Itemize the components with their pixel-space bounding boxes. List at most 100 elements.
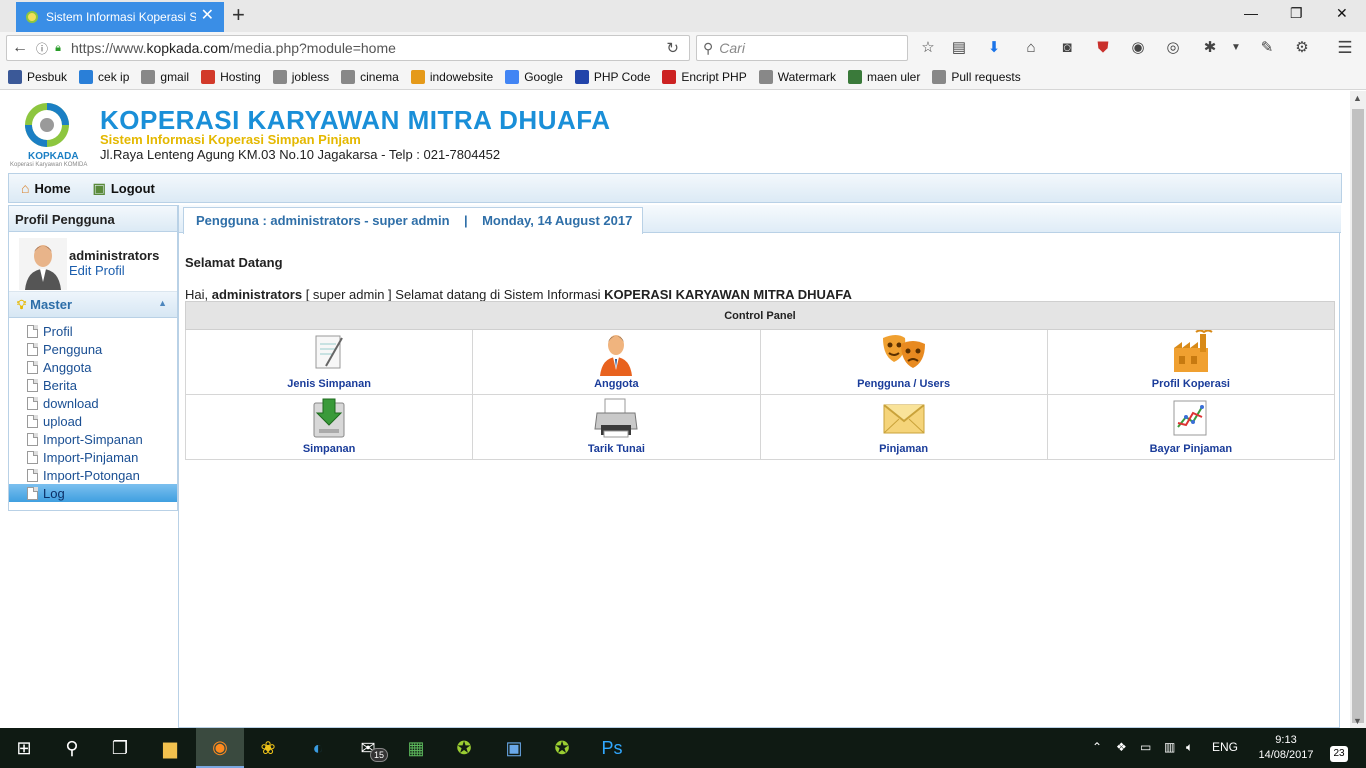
master-menu-item[interactable]: Import-Potongan: [9, 466, 177, 484]
bookmark-item[interactable]: maen uler: [847, 69, 920, 84]
collapse-caret-icon[interactable]: ▲: [158, 298, 167, 308]
home-icon[interactable]: ⌂: [1021, 40, 1041, 56]
control-panel-item[interactable]: Pengguna / Users: [759, 329, 1048, 395]
minimize-icon[interactable]: —: [1244, 5, 1258, 21]
bookmark-item[interactable]: gmail: [141, 69, 189, 84]
scroll-up-icon[interactable]: ▲: [1353, 93, 1362, 103]
bookmark-item[interactable]: Hosting: [201, 69, 261, 84]
notification-center-icon[interactable]: 23: [1330, 746, 1348, 762]
control-panel-item[interactable]: Anggota: [472, 329, 761, 395]
control-panel-label[interactable]: Anggota: [594, 378, 639, 390]
control-panel-item[interactable]: Pinjaman: [759, 394, 1048, 460]
close-tab-icon[interactable]: ✕: [201, 8, 214, 24]
bookmark-item[interactable]: indowebsite: [410, 69, 493, 84]
mail-icon[interactable]: ✉: [344, 728, 392, 768]
shield-icon[interactable]: ⛊: [1093, 40, 1113, 56]
bookmark-item[interactable]: Watermark: [758, 69, 836, 84]
firefox-icon[interactable]: ◉: [196, 728, 244, 768]
bookmark-item[interactable]: Encript PHP: [662, 69, 747, 84]
address-bar[interactable]: ← ⓘ 🔒︎ https://www.kopkada.com/media.php…: [6, 35, 690, 61]
browser-tab[interactable]: Sistem Informasi Koperasi Si ✕: [16, 2, 224, 32]
photoshop-icon[interactable]: Ps: [588, 728, 636, 768]
control-panel-item[interactable]: Bayar Pinjaman: [1046, 394, 1336, 460]
master-menu-item[interactable]: upload: [9, 412, 177, 430]
bookmark-item[interactable]: Pull requests: [932, 69, 1021, 84]
info-icon[interactable]: ⓘ: [33, 40, 51, 57]
master-menu-item[interactable]: Anggota: [9, 358, 177, 376]
bookmark-item[interactable]: cek ip: [79, 69, 129, 84]
bookmark-star-icon[interactable]: ☆: [918, 40, 938, 56]
control-panel-label[interactable]: Simpanan: [303, 443, 356, 455]
master-menu-item[interactable]: Import-Pinjaman: [9, 448, 177, 466]
file-explorer-icon[interactable]: ▆: [146, 728, 194, 768]
logout-menu-link[interactable]: ▣ Logout: [93, 180, 155, 197]
app-circle-icon[interactable]: ◐: [294, 728, 342, 768]
bookmark-item[interactable]: Google: [505, 69, 563, 84]
master-section-header[interactable]: 💡︎ Master ▲: [9, 292, 177, 318]
extension-tool-icon[interactable]: ✎: [1257, 40, 1277, 56]
downloads-icon[interactable]: ⬇: [984, 40, 1004, 56]
language-indicator[interactable]: ENG: [1212, 740, 1238, 754]
spreadsheet-icon[interactable]: ▦: [392, 728, 440, 768]
master-menu-item[interactable]: download: [9, 394, 177, 412]
control-panel-item[interactable]: Tarik Tunai: [472, 394, 761, 460]
master-menu-item[interactable]: Import-Simpanan: [9, 430, 177, 448]
control-panel-label[interactable]: Bayar Pinjaman: [1150, 443, 1233, 455]
search-icon[interactable]: ⚲: [48, 728, 96, 768]
sidebar-heading: Profil Pengguna: [9, 206, 177, 232]
search-input[interactable]: ⚲ Cari: [696, 35, 908, 61]
control-panel-row: Simpanan Tarik Tunai Pinjaman Bayar Pinjama…: [184, 394, 1336, 460]
extension-eye-icon[interactable]: ◉: [1128, 40, 1148, 56]
app-window-icon[interactable]: ▣: [490, 728, 538, 768]
bookmark-item[interactable]: Pesbuk: [8, 69, 67, 84]
bookmark-item[interactable]: jobless: [272, 69, 329, 84]
system-clock[interactable]: 9:13 14/08/2017: [1254, 733, 1318, 763]
android-studio-icon[interactable]: ✪: [440, 728, 488, 768]
control-panel-label[interactable]: Jenis Simpanan: [287, 378, 371, 390]
new-tab-icon[interactable]: +: [232, 4, 245, 26]
android-studio-2-icon[interactable]: ✪: [538, 728, 586, 768]
window-close-icon[interactable]: ✕: [1336, 5, 1348, 22]
network-icon[interactable]: ▥: [1164, 740, 1175, 754]
tray-expand-icon[interactable]: ⌃: [1092, 740, 1102, 754]
control-panel-label[interactable]: Pinjaman: [879, 443, 928, 455]
maximize-icon[interactable]: ❐: [1290, 5, 1303, 22]
edit-profile-link[interactable]: Edit Profil: [69, 263, 125, 278]
avatar: [19, 238, 67, 290]
control-panel-label[interactable]: Pengguna / Users: [857, 378, 950, 390]
control-panel-item[interactable]: Jenis Simpanan: [184, 329, 474, 395]
control-panel-item[interactable]: Profil Koperasi: [1046, 329, 1336, 395]
site-favicon-icon: [26, 11, 38, 23]
pocket-icon[interactable]: ◙: [1057, 40, 1077, 56]
user-info-tab[interactable]: Pengguna : administrators - super admin …: [183, 207, 644, 234]
page-scrollbar[interactable]: ▲ ▼: [1350, 91, 1366, 728]
control-panel-label[interactable]: Tarik Tunai: [588, 443, 645, 455]
battery-icon[interactable]: ▭: [1140, 740, 1151, 754]
envelope-icon: [879, 395, 929, 441]
back-arrow-icon[interactable]: ←: [7, 39, 33, 57]
url-text[interactable]: https://www.kopkada.com/media.php?module…: [71, 40, 396, 56]
dropbox-icon[interactable]: ❖: [1116, 740, 1127, 754]
control-panel-item[interactable]: Simpanan: [184, 394, 474, 460]
control-panel-label[interactable]: Profil Koperasi: [1152, 378, 1230, 390]
task-view-icon[interactable]: ❐: [96, 728, 144, 768]
home-menu-link[interactable]: ⌂ Home: [21, 180, 71, 196]
master-menu-item[interactable]: Profil: [9, 322, 177, 340]
extension-bug-icon[interactable]: ✱: [1200, 40, 1220, 56]
scroll-down-icon[interactable]: ▼: [1353, 716, 1362, 726]
bookmark-item[interactable]: cinema: [341, 69, 399, 84]
extension-dropdown-icon[interactable]: ▼: [1226, 40, 1246, 56]
reading-list-icon[interactable]: ▤: [949, 40, 969, 56]
hamburger-menu-icon[interactable]: ☰: [1335, 39, 1355, 56]
scrollbar-thumb[interactable]: [1352, 109, 1364, 723]
paw-app-icon[interactable]: ❀: [244, 728, 292, 768]
master-menu-item[interactable]: Berita: [9, 376, 177, 394]
volume-icon[interactable]: 🔈︎: [1186, 740, 1193, 755]
start-windows-icon[interactable]: ⊞: [0, 728, 48, 768]
extension-ring-icon[interactable]: ◎: [1163, 40, 1183, 56]
master-menu-item[interactable]: Log: [9, 484, 177, 502]
reload-icon[interactable]: ↻: [666, 39, 679, 57]
bookmark-item[interactable]: PHP Code: [574, 69, 650, 84]
master-menu-item[interactable]: Pengguna: [9, 340, 177, 358]
extension-gear-icon[interactable]: ⚙: [1292, 40, 1312, 56]
